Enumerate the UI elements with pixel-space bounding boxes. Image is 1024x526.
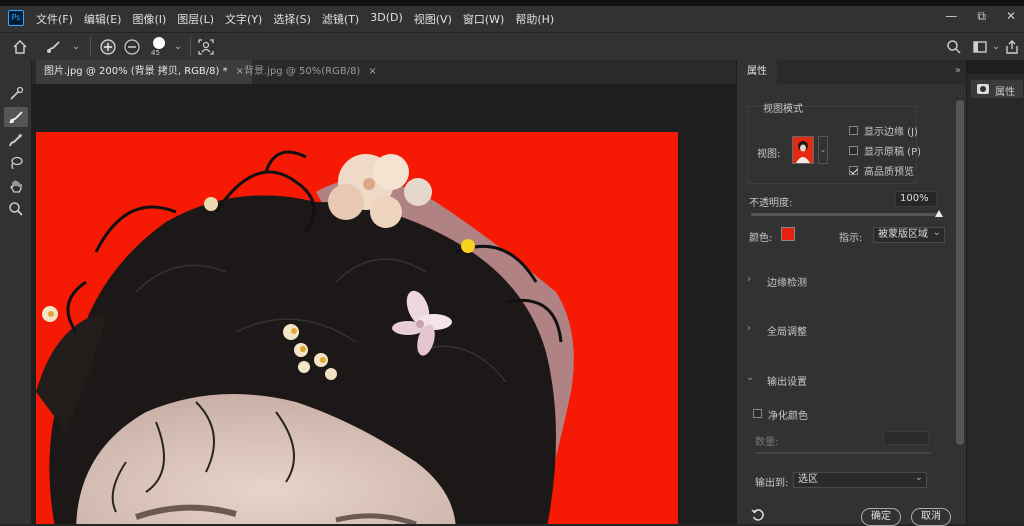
panel-scrollbar[interactable] (956, 100, 964, 445)
brush-size-picker[interactable]: 45 (149, 37, 169, 57)
tab-image-jpg[interactable]: 图片.jpg @ 200% (背景 拷贝, RGB/8) * × (36, 60, 252, 84)
properties-icon (977, 84, 989, 94)
menu-help[interactable]: 帮助(H) (515, 11, 554, 27)
opacity-label: 不透明度: (749, 198, 793, 209)
quick-selection-icon[interactable] (4, 84, 28, 104)
menu-layer[interactable]: 图层(L) (177, 11, 214, 27)
search-icon[interactable] (944, 37, 964, 57)
panel-tab-properties[interactable]: 属性 (737, 60, 777, 84)
document-tabs: 图片.jpg @ 200% (背景 拷贝, RGB/8) * × 背景.jpg @… (32, 60, 736, 84)
select-subject-icon[interactable] (196, 37, 216, 57)
close-icon[interactable]: × (368, 66, 376, 77)
overlay-color-swatch[interactable] (781, 227, 795, 241)
decontaminate-checkbox[interactable] (753, 409, 762, 418)
menu-type[interactable]: 文字(Y) (225, 11, 262, 27)
properties-dock-label: 属性 (995, 87, 1015, 98)
amount-input (883, 431, 929, 445)
collapse-panel-icon[interactable]: » (955, 65, 961, 76)
menu-items: 文件(F) 编辑(E) 图像(I) 图层(L) 文字(Y) 选择(S) 滤镜(T… (36, 11, 565, 27)
chevron-right-icon[interactable]: › (747, 323, 751, 334)
window-controls: — ⧉ ✕ (945, 9, 1016, 24)
brush-size-value: 45 (151, 49, 160, 57)
divider (190, 37, 191, 57)
section-global-adjust[interactable]: 全局调整 (767, 323, 807, 338)
color-label: 颜色: (749, 233, 773, 244)
subtract-from-selection-icon[interactable] (122, 37, 142, 57)
menu-view[interactable]: 视图(V) (414, 11, 452, 27)
menu-window[interactable]: 窗口(W) (463, 11, 504, 27)
menu-bar: Ps 文件(F) 编辑(E) 图像(I) 图层(L) 文字(Y) 选择(S) 滤… (0, 0, 1024, 32)
high-quality-preview-checkbox[interactable] (849, 166, 858, 175)
section-output-settings[interactable]: 输出设置 (767, 373, 807, 388)
show-original-label: 显示原稿 (P) (864, 147, 922, 158)
menu-3d[interactable]: 3D(D) (370, 11, 403, 27)
restore-icon[interactable]: ⧉ (977, 9, 986, 24)
opacity-input[interactable]: 100% (895, 191, 937, 207)
high-quality-preview-label: 高品质预览 (864, 167, 914, 178)
document-canvas[interactable] (32, 84, 736, 524)
indicate-dropdown[interactable]: 被蒙版区域 (873, 226, 945, 243)
properties-panel: 属性 » 视图模式 视图: ⌄ 显示边缘 (J) 显示原稿 (P) 高品质预览 … (736, 60, 967, 526)
view-thumbnail[interactable] (792, 136, 814, 164)
indicate-label: 指示: (839, 233, 863, 244)
zoom-tool-icon[interactable] (4, 199, 28, 219)
tab-label: 图片.jpg @ 200% (背景 拷贝, RGB/8) * (44, 66, 228, 77)
properties-dock-button[interactable]: 属性 (971, 80, 1023, 98)
add-to-selection-icon[interactable] (98, 37, 118, 57)
hand-tool-icon[interactable] (4, 176, 28, 196)
close-icon[interactable]: ✕ (1006, 9, 1016, 24)
home-icon[interactable] (10, 37, 30, 57)
options-bar: ⌄ 45 ⌄ ⌄ (0, 32, 1024, 60)
collapsed-panel-dock: 属性 (966, 60, 1024, 524)
tab-label: 背景.jpg @ 50%(RGB/8) (244, 66, 361, 77)
show-edge-label: 显示边缘 (J) (864, 127, 918, 138)
show-original-checkbox[interactable] (849, 146, 858, 155)
chevron-down-icon[interactable]: ⌄ (66, 37, 86, 57)
output-to-dropdown[interactable]: 选区 (793, 471, 927, 488)
menu-image[interactable]: 图像(I) (132, 11, 166, 27)
menu-file[interactable]: 文件(F) (36, 11, 73, 27)
photoshop-logo: Ps (8, 10, 24, 26)
share-icon[interactable] (1002, 37, 1022, 57)
decontaminate-label: 净化颜色 (768, 411, 808, 422)
view-mode-heading: 视图模式 (763, 104, 803, 115)
output-to-label: 输出到: (755, 478, 789, 489)
view-label: 视图: (757, 149, 781, 160)
ok-button[interactable]: 确定 (861, 508, 901, 526)
refine-edge-brush-icon[interactable] (4, 107, 28, 127)
lasso-tool-icon[interactable] (4, 153, 28, 173)
chevron-right-icon[interactable]: › (747, 274, 751, 285)
image-preview (36, 132, 678, 524)
menu-select[interactable]: 选择(S) (273, 11, 311, 27)
tab-background-jpg[interactable]: 背景.jpg @ 50%(RGB/8) × (236, 60, 385, 84)
amount-label: 数量: (755, 437, 779, 448)
brush-tip-icon (153, 37, 165, 49)
minimize-icon[interactable]: — (945, 9, 957, 24)
portrait-photo (36, 132, 678, 524)
brush-tool-preset-icon[interactable] (44, 37, 64, 57)
dock-header (967, 60, 1024, 74)
amount-slider-track (755, 452, 931, 454)
cancel-button[interactable]: 取消 (911, 508, 951, 526)
opacity-slider-thumb[interactable] (935, 210, 943, 217)
section-edge-detection[interactable]: 边缘检测 (767, 274, 807, 289)
brush-tool-icon[interactable] (4, 130, 28, 150)
panel-header: 属性 » (737, 60, 967, 84)
brush-cursor-icon (461, 239, 475, 253)
show-edge-checkbox[interactable] (849, 126, 858, 135)
view-dropdown-chevron-icon[interactable]: ⌄ (818, 136, 828, 164)
reset-icon[interactable] (751, 508, 765, 526)
chevron-down-icon[interactable]: ⌄ (746, 372, 754, 383)
menu-filter[interactable]: 滤镜(T) (322, 11, 359, 27)
divider (90, 37, 91, 57)
menu-edit[interactable]: 编辑(E) (84, 11, 122, 27)
opacity-slider-track[interactable] (751, 213, 939, 216)
chevron-down-icon[interactable]: ⌄ (168, 37, 188, 57)
tools-panel (0, 60, 32, 524)
